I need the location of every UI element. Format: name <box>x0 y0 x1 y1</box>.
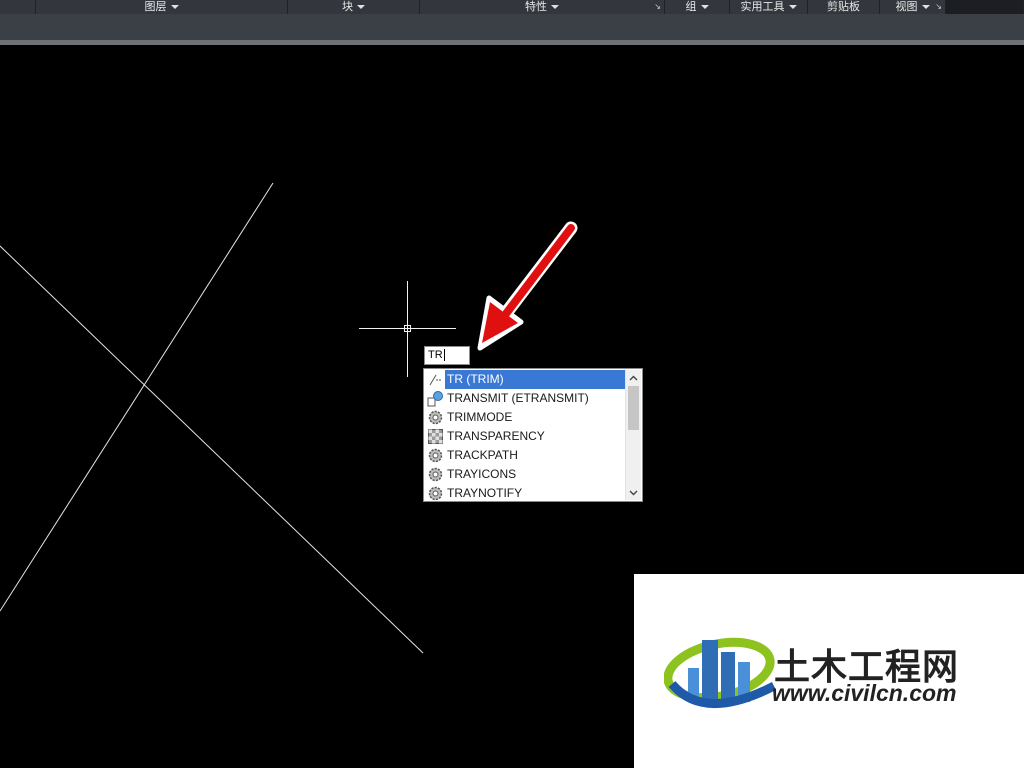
drawing-line-1[interactable] <box>0 182 274 612</box>
ribbon-panel-utilities[interactable]: 实用工具 <box>730 0 808 14</box>
ribbon-panel-view-label: 视图 <box>895 0 918 13</box>
suggestion-item-trimmode[interactable]: TRIMMODE <box>425 408 625 427</box>
watermark-url: www.civilcn.com <box>772 680 957 706</box>
ribbon-panel-view[interactable]: 视图 ↘ <box>880 0 946 14</box>
ribbon-panel-properties[interactable]: 特性 ↘ <box>420 0 665 14</box>
ribbon-panel-clipboard[interactable]: 剪贴板 <box>808 0 880 14</box>
scrollbar-thumb[interactable] <box>628 386 639 430</box>
suggestion-label: TRIMMODE <box>447 410 513 424</box>
command-input-text: TR <box>428 349 443 361</box>
chevron-down-icon <box>788 5 797 9</box>
ribbon-panel-block-label: 块 <box>342 0 353 13</box>
red-arrow-annotation <box>477 221 578 351</box>
suggestion-label: TRAYNOTIFY <box>447 486 523 500</box>
dialog-launcher-icon[interactable]: ↘ <box>935 1 942 13</box>
transmit-icon <box>427 390 443 407</box>
file-tab-bar <box>0 14 1024 41</box>
chevron-down-icon <box>357 5 365 9</box>
suggestion-label: TRANSMIT (ETRANSMIT) <box>447 391 589 405</box>
gear-icon <box>427 448 443 464</box>
command-suggestion-list[interactable]: TR (TRIM) TRANSMIT (ETRANSMIT) TRIMMODE … <box>423 368 643 502</box>
ribbon-panel-groups-label: 组 <box>685 0 697 13</box>
chevron-down-icon <box>170 5 179 9</box>
ribbon-panel-properties-label: 特性 <box>525 0 547 13</box>
ribbon-panel-clipboard-label: 剪贴板 <box>827 0 860 13</box>
chevron-up-icon <box>629 375 638 380</box>
ribbon-empty-area <box>946 0 1024 14</box>
chevron-down-icon <box>551 5 559 9</box>
scroll-up-button[interactable] <box>626 370 641 385</box>
suggestion-item-trayicons[interactable]: TRAYICONS <box>425 465 625 484</box>
suggestion-item-transparency[interactable]: TRANSPARENCY <box>425 427 625 446</box>
gear-icon <box>427 410 443 426</box>
suggestion-scrollbar[interactable] <box>625 370 641 500</box>
suggestion-label: TRAYICONS <box>447 467 517 481</box>
text-caret <box>443 349 445 362</box>
command-input[interactable]: TR <box>424 346 470 365</box>
gear-icon <box>427 486 443 502</box>
ribbon-panel-block[interactable]: 块 <box>288 0 420 14</box>
drawing-line-2[interactable] <box>0 245 424 654</box>
transparency-icon <box>427 429 443 445</box>
ribbon-panel-layers[interactable]: 图层 <box>36 0 288 14</box>
suggestion-item-trackpath[interactable]: TRACKPATH <box>425 446 625 465</box>
ribbon-panel-bar: 图层 块 特性 ↘ 组 实用工具 剪贴板 视图 ↘ <box>0 0 1024 14</box>
ribbon-panel-layers-label: 图层 <box>144 0 167 13</box>
ribbon-panel-left-stub <box>0 0 36 14</box>
ribbon-panel-groups[interactable]: 组 <box>665 0 730 14</box>
ribbon-panel-utilities-label: 实用工具 <box>740 0 785 13</box>
gear-icon <box>427 467 443 483</box>
chevron-down-icon <box>700 5 709 9</box>
suggestion-label: TRACKPATH <box>447 448 518 462</box>
suggestion-item-transmit[interactable]: TRANSMIT (ETRANSMIT) <box>425 389 625 408</box>
chevron-down-icon <box>629 490 638 495</box>
suggestion-item-traynotify[interactable]: TRAYNOTIFY <box>425 484 625 503</box>
suggestion-label: TR (TRIM) <box>445 370 625 389</box>
chevron-down-icon <box>921 5 930 9</box>
dialog-launcher-icon[interactable]: ↘ <box>654 1 661 13</box>
suggestion-item-trim[interactable]: TR (TRIM) <box>425 370 625 389</box>
scroll-down-button[interactable] <box>626 485 641 500</box>
trim-icon <box>427 372 443 388</box>
site-watermark: 土木工程网 www.civilcn.com <box>634 574 1024 768</box>
suggestion-label: TRANSPARENCY <box>447 429 545 443</box>
